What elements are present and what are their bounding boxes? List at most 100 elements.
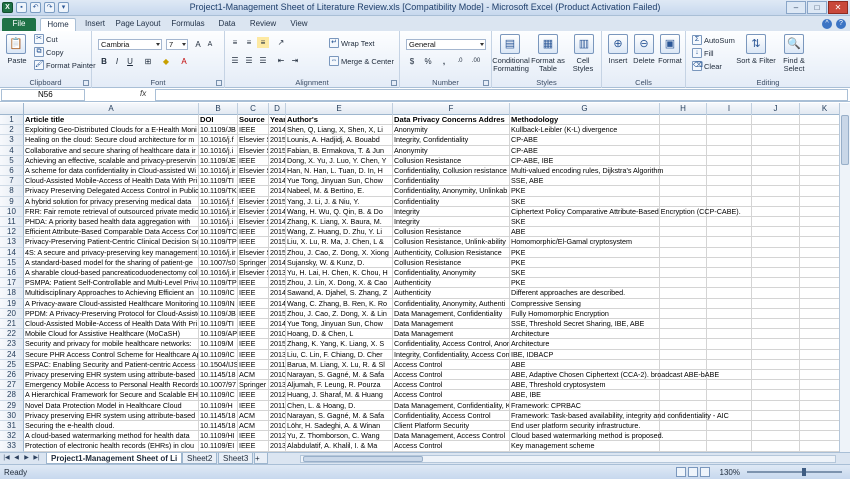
cell-j[interactable]	[752, 410, 800, 421]
cell-h[interactable]	[660, 421, 707, 432]
cell-styles-icon[interactable]: ▥	[574, 34, 594, 54]
cell-h[interactable]	[660, 278, 707, 289]
cell-f[interactable]: Access Control	[393, 441, 510, 452]
cell-e[interactable]: Yue Tong, Jinyuan Sun, Chow	[286, 319, 393, 330]
bold-button[interactable]: B	[98, 56, 110, 67]
row-number[interactable]: 24	[0, 349, 24, 360]
cell-f[interactable]: Authenticity	[393, 288, 510, 299]
tab-review[interactable]: Review	[246, 18, 280, 31]
cell-j[interactable]	[752, 421, 800, 432]
cell-h[interactable]	[660, 431, 707, 442]
formula-input[interactable]	[155, 89, 848, 101]
cell-d[interactable]: 2015	[269, 135, 286, 146]
row-number[interactable]: 3	[0, 135, 24, 146]
cell-a[interactable]: Efficient Attribute-Based Comparable Dat…	[24, 227, 199, 238]
decrease-indent-icon[interactable]: ⇤	[275, 55, 287, 66]
cell-i[interactable]	[707, 319, 752, 330]
close-button[interactable]: ✕	[828, 1, 848, 14]
align-bottom-icon[interactable]: ≡	[257, 37, 269, 48]
vertical-scrollbar[interactable]	[839, 103, 850, 452]
cell-d[interactable]: 2014	[269, 125, 286, 136]
cell-a[interactable]: Protection of electronic health records …	[24, 441, 199, 452]
cell-i[interactable]	[707, 421, 752, 432]
cell-a[interactable]: PSMPA: Patient Self-Controllable and Mul…	[24, 278, 199, 289]
cell-a[interactable]: Secure PHR Access Control Scheme for Hea…	[24, 349, 199, 360]
tab-file[interactable]: File	[2, 18, 36, 31]
row-number[interactable]: 22	[0, 329, 24, 340]
currency-button[interactable]: $	[406, 56, 418, 67]
help-icon[interactable]: ?	[836, 19, 846, 29]
cell-i[interactable]	[707, 257, 752, 268]
cell-d[interactable]: 2014	[269, 166, 286, 177]
row-number[interactable]: 27	[0, 380, 24, 391]
cell-a[interactable]: Collaborative and secure sharing of heal…	[24, 145, 199, 156]
cell-j[interactable]	[752, 268, 800, 279]
cell-f[interactable]: Integrity	[393, 206, 510, 217]
tab-insert[interactable]: Insert	[80, 18, 110, 31]
cell-e[interactable]: Han, N. Han, L. Tuan, D. In, H	[286, 166, 393, 177]
cell-h[interactable]	[660, 349, 707, 360]
row-number[interactable]: 30	[0, 410, 24, 421]
cell-g[interactable]: Ciphertext Policy Comparative Attribute-…	[510, 206, 741, 217]
cell-g[interactable]: Framework: Task-based availability, inte…	[510, 410, 729, 421]
cell-d[interactable]: 2010	[269, 329, 286, 340]
row-number[interactable]: 5	[0, 155, 24, 166]
fill-color-icon[interactable]: ◆	[160, 56, 172, 67]
orientation-icon[interactable]: ↗	[275, 37, 287, 48]
row-number[interactable]: 23	[0, 339, 24, 350]
cell-e[interactable]: Zhang, K. Yang, K. Liang, X. S	[286, 339, 393, 350]
cell-c[interactable]: IEEE	[238, 329, 269, 340]
cell-b[interactable]: 10.1109/IC	[199, 390, 238, 401]
cell-c[interactable]: IEEE	[238, 298, 269, 309]
row-number[interactable]: 28	[0, 390, 24, 401]
cell-j[interactable]	[752, 217, 800, 228]
cell-j[interactable]	[752, 247, 800, 258]
zoom-knob[interactable]	[802, 468, 806, 476]
delete-cells-icon[interactable]: ⊖	[634, 34, 654, 54]
clear-button[interactable]: ⌫ Clear	[692, 61, 722, 71]
cell-c[interactable]: IEEE	[238, 308, 269, 319]
cell-f[interactable]: Data Management	[393, 319, 510, 330]
cell-j[interactable]	[752, 298, 800, 309]
cell-b[interactable]: 10.1109/M	[199, 339, 238, 350]
cell-h[interactable]	[660, 166, 707, 177]
cell-f[interactable]: Confidentiality, Anonymity	[393, 268, 510, 279]
new-sheet-icon[interactable]: +	[254, 453, 268, 464]
cell-a[interactable]: Cloud-Assisted Mobile-Access of Health D…	[24, 176, 199, 187]
cell-f[interactable]: Authenticity	[393, 278, 510, 289]
cell-i[interactable]	[707, 441, 752, 452]
cell-c[interactable]: IEEE	[238, 431, 269, 442]
cell-h[interactable]	[660, 257, 707, 268]
row-number[interactable]: 1	[0, 115, 24, 126]
cell-e[interactable]: Zhou, J. Cao, Z. Dong, X. & Lin	[286, 308, 393, 319]
cell-h[interactable]	[660, 227, 707, 238]
cell-g[interactable]: PKE	[510, 278, 660, 289]
cell-a[interactable]: Mobile Cloud for Assistive Healthcare (M…	[24, 329, 199, 340]
align-middle-icon[interactable]: ≡	[243, 37, 255, 48]
copy-button[interactable]: ⧉ Copy	[34, 47, 64, 57]
cell-b[interactable]: 10.1145/18	[199, 410, 238, 421]
cell-e[interactable]: Fabian, B. Ermakova, T. & Jun	[286, 145, 393, 156]
row-number[interactable]: 33	[0, 441, 24, 452]
cell-d[interactable]: 2012	[269, 390, 286, 401]
cell-a[interactable]: Privacy preserving EHR system using attr…	[24, 410, 199, 421]
cell-a[interactable]: Novel Data Protection Model in Healthcar…	[24, 400, 199, 411]
cell-i[interactable]	[707, 380, 752, 391]
cell-j[interactable]	[752, 370, 800, 381]
cell-d[interactable]: 2014	[269, 176, 286, 187]
comma-button[interactable]: ,	[438, 56, 450, 67]
row-number[interactable]: 7	[0, 176, 24, 187]
cell-i[interactable]	[707, 268, 752, 279]
cell-h[interactable]	[660, 247, 707, 258]
select-all-corner[interactable]	[0, 103, 24, 115]
fill-button[interactable]: ↓ Fill	[692, 48, 714, 58]
column-header-g[interactable]: G	[510, 103, 660, 115]
number-format-select[interactable]: General	[406, 39, 486, 50]
sort-filter-icon[interactable]: ⇅	[746, 34, 766, 54]
row-number[interactable]: 25	[0, 359, 24, 370]
cell-g[interactable]: Homomorphic/El-Gamal cryptosystem	[510, 237, 660, 248]
cell-d[interactable]: 2013	[269, 441, 286, 452]
cell-e[interactable]: Sujansky, W. & Kunz, D.	[286, 257, 393, 268]
cell-a[interactable]: Emergency Mobile Access to Personal Heal…	[24, 380, 199, 391]
cell-i[interactable]	[707, 390, 752, 401]
